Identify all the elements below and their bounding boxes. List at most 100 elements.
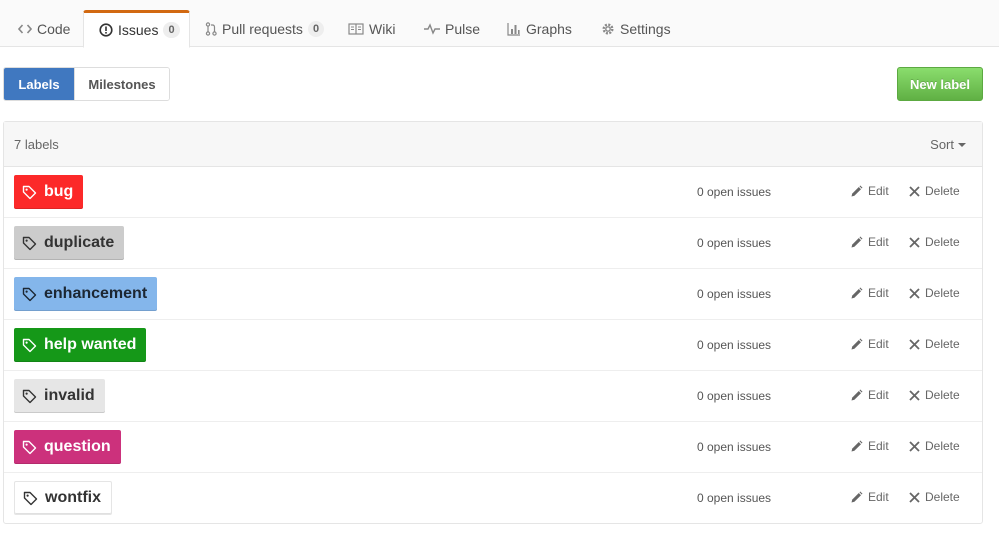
caret-down-icon (958, 142, 966, 147)
tab-wiki[interactable]: Wiki (348, 10, 395, 47)
close-icon (909, 185, 920, 197)
open-issues-link[interactable]: 0 open issues (697, 491, 771, 505)
issue-opened-icon (99, 23, 113, 37)
book-icon (348, 22, 364, 35)
open-issues-link[interactable]: 0 open issues (697, 185, 771, 199)
code-icon (18, 23, 32, 35)
delete-label-button[interactable]: Delete (909, 490, 960, 504)
delete-label-button[interactable]: Delete (909, 184, 960, 198)
delete-label-button[interactable]: Delete (909, 286, 960, 300)
delete-label-button[interactable]: Delete (909, 337, 960, 351)
label-name: wontfix (45, 489, 101, 506)
pencil-icon (850, 338, 863, 351)
edit-label: Edit (868, 286, 889, 300)
git-pull-request-icon (205, 21, 217, 36)
tab-settings[interactable]: Settings (601, 10, 671, 47)
edit-label: Edit (868, 235, 889, 249)
tab-label: Code (37, 20, 71, 37)
tab-label: Pulse (445, 20, 481, 37)
open-issues-link[interactable]: 0 open issues (697, 389, 771, 403)
label-name: help wanted (44, 336, 137, 353)
delete-label: Delete (925, 490, 960, 504)
open-issues-link[interactable]: 0 open issues (697, 236, 771, 250)
edit-label-button[interactable]: Edit (850, 490, 889, 504)
pencil-icon (850, 440, 863, 453)
edit-label: Edit (868, 388, 889, 402)
delete-label-button[interactable]: Delete (909, 439, 960, 453)
label-name: invalid (44, 387, 95, 404)
sort-label: Sort (930, 137, 954, 152)
tag-icon (22, 287, 37, 302)
close-icon (909, 236, 920, 248)
labels-table-header: 7 labels Sort (4, 122, 982, 167)
labels-milestones-subnav: Labels Milestones (3, 67, 170, 101)
delete-label: Delete (925, 388, 960, 402)
tab-label: Wiki (369, 20, 396, 37)
pencil-icon (850, 491, 863, 504)
delete-label-button[interactable]: Delete (909, 388, 960, 402)
pencil-icon (850, 287, 863, 300)
labels-list: bug 0 open issues Edit Delete duplicate … (4, 167, 982, 524)
edit-label-button[interactable]: Edit (850, 388, 889, 402)
open-issues-link[interactable]: 0 open issues (697, 287, 771, 301)
delete-label: Delete (925, 286, 960, 300)
tag-icon (22, 389, 37, 404)
issues-counter: 0 (163, 22, 180, 38)
milestones-subnav-item[interactable]: Milestones (74, 68, 169, 100)
delete-label: Delete (925, 337, 960, 351)
edit-label: Edit (868, 439, 889, 453)
label-tag[interactable]: wontfix (14, 481, 112, 515)
tab-pull-requests[interactable]: Pull requests 0 (205, 10, 325, 47)
edit-label-button[interactable]: Edit (850, 286, 889, 300)
new-label-button[interactable]: New label (897, 67, 983, 101)
sort-dropdown[interactable]: Sort (930, 137, 966, 152)
tab-pulse[interactable]: Pulse (424, 10, 480, 47)
labels-subnav-item[interactable]: Labels (4, 68, 74, 100)
tab-graphs[interactable]: Graphs (507, 10, 572, 47)
pulse-icon (424, 22, 440, 35)
tab-label: Settings (620, 20, 671, 37)
gear-icon (601, 22, 615, 36)
label-row: wontfix 0 open issues Edit Delete (4, 473, 982, 524)
delete-label: Delete (925, 235, 960, 249)
label-row: enhancement 0 open issues Edit Delete (4, 269, 982, 320)
edit-label-button[interactable]: Edit (850, 337, 889, 351)
delete-label: Delete (925, 184, 960, 198)
label-name: enhancement (44, 285, 148, 302)
label-tag[interactable]: duplicate (14, 226, 125, 260)
close-icon (909, 338, 920, 350)
label-tag[interactable]: help wanted (14, 328, 147, 362)
label-tag[interactable]: invalid (14, 379, 105, 413)
tab-code[interactable]: Code (18, 10, 70, 47)
label-row: bug 0 open issues Edit Delete (4, 167, 982, 218)
label-row: duplicate 0 open issues Edit Delete (4, 218, 982, 269)
delete-label-button[interactable]: Delete (909, 235, 960, 249)
tab-label: Graphs (526, 20, 572, 37)
close-icon (909, 491, 920, 503)
label-tag[interactable]: question (14, 430, 121, 464)
graph-icon (507, 22, 521, 36)
label-row: question 0 open issues Edit Delete (4, 422, 982, 473)
close-icon (909, 440, 920, 452)
edit-label: Edit (868, 337, 889, 351)
label-tag[interactable]: enhancement (14, 277, 158, 311)
edit-label-button[interactable]: Edit (850, 439, 889, 453)
close-icon (909, 287, 920, 299)
pencil-icon (850, 389, 863, 402)
tag-icon (22, 185, 37, 200)
edit-label-button[interactable]: Edit (850, 184, 889, 198)
label-tag[interactable]: bug (14, 175, 84, 209)
open-issues-link[interactable]: 0 open issues (697, 440, 771, 454)
pencil-icon (850, 185, 863, 198)
tab-label: Issues (118, 22, 159, 38)
label-name: bug (44, 183, 74, 200)
label-name: duplicate (44, 234, 115, 251)
edit-label-button[interactable]: Edit (850, 235, 889, 249)
tag-icon (22, 440, 37, 455)
label-row: invalid 0 open issues Edit Delete (4, 371, 982, 422)
label-row: help wanted 0 open issues Edit Delete (4, 320, 982, 371)
pencil-icon (850, 236, 863, 249)
open-issues-link[interactable]: 0 open issues (697, 338, 771, 352)
repo-nav-tabs: Code Issues 0 Pull requests 0 Wiki Pulse… (0, 0, 999, 48)
tab-issues[interactable]: Issues 0 (83, 10, 190, 48)
